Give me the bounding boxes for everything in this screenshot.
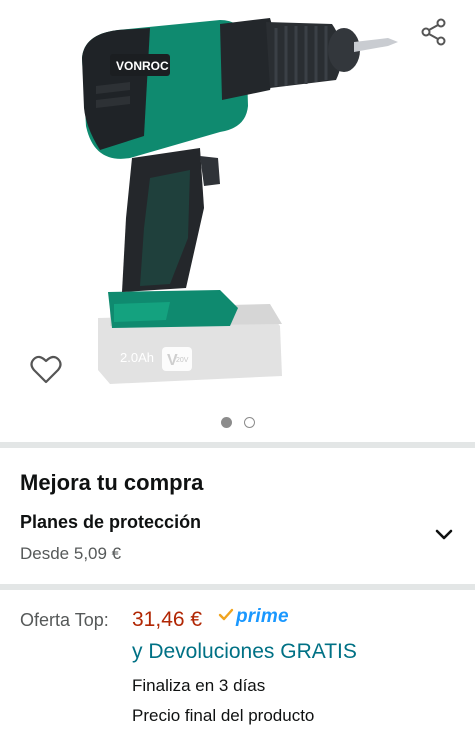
battery-voltage-text: 20V <box>176 357 189 364</box>
final-price-note: Precio final del producto <box>132 706 315 725</box>
chevron-down-icon[interactable] <box>433 524 455 546</box>
carousel-dot-1[interactable] <box>220 417 232 428</box>
heart-icon <box>30 355 62 384</box>
share-icon <box>421 18 446 46</box>
section-divider <box>0 584 475 590</box>
offer-ends-text: Finaliza en 3 días <box>132 676 266 695</box>
battery-capacity-text: 2.0Ah <box>120 350 154 365</box>
offer-price: 31,46 € <box>132 608 203 631</box>
upgrade-section: Mejora tu compra Planes de protección De… <box>0 458 475 586</box>
carousel-dots <box>0 417 475 428</box>
product-image[interactable]: 2.0Ah V 20V VONROC <box>70 8 410 393</box>
offer-label: Oferta Top: <box>20 610 109 630</box>
product-gallery[interactable]: 2.0Ah V 20V VONROC <box>0 0 475 440</box>
protection-plan-row[interactable]: Planes de protección Desde 5,09 € <box>0 508 475 578</box>
free-returns-link[interactable]: y Devoluciones GRATIS <box>132 640 357 664</box>
share-button[interactable] <box>416 14 452 50</box>
section-divider <box>0 442 475 448</box>
prime-badge: prime <box>218 606 289 628</box>
offer-section: Oferta Top: 31,46 € prime y Devoluciones… <box>0 596 475 735</box>
upgrade-title: Mejora tu compra <box>20 470 204 495</box>
protection-plan-title: Planes de protección <box>20 512 202 532</box>
carousel-dot-2[interactable] <box>243 417 255 428</box>
protection-plan-price: Desde 5,09 € <box>20 544 122 563</box>
prime-check-icon <box>218 608 234 621</box>
wishlist-button[interactable] <box>26 350 66 390</box>
brand-on-tool: VONROC <box>116 59 169 73</box>
prime-text: prime <box>236 606 289 627</box>
